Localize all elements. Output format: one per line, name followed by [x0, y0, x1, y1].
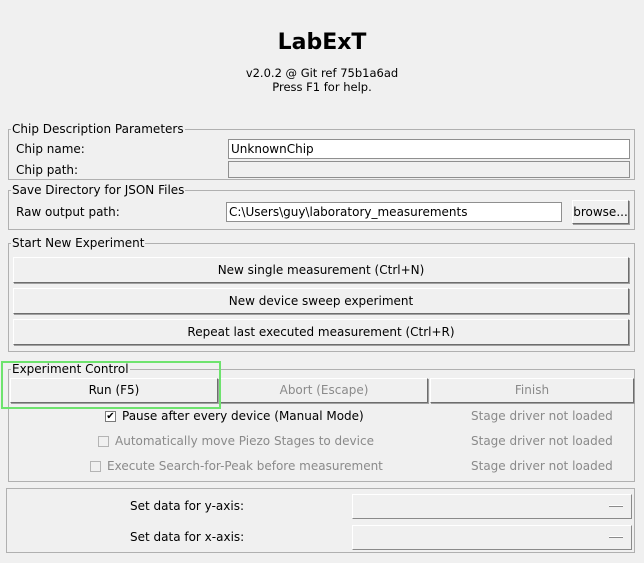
piezo-status-text: Stage driver not loaded	[471, 434, 613, 448]
auto-move-piezo-label[interactable]: Automatically move Piezo Stages to devic…	[115, 434, 374, 448]
help-text: Press F1 for help.	[272, 80, 372, 94]
y-axis-label: Set data for y-axis:	[130, 499, 244, 513]
finish-button[interactable]: Finish	[430, 378, 634, 403]
pause-status-text: Stage driver not loaded	[471, 409, 613, 423]
new-device-sweep-button[interactable]: New device sweep experiment	[13, 288, 629, 314]
chip-path-field	[228, 161, 630, 178]
run-button[interactable]: Run (F5)	[10, 378, 218, 403]
version-text: v2.0.2 @ Git ref 75b1a6ad	[245, 66, 399, 80]
dropdown-indicator-icon	[609, 505, 623, 507]
y-axis-dropdown[interactable]	[352, 494, 632, 519]
search-for-peak-checkbox[interactable]	[90, 461, 101, 472]
chip-name-input[interactable]: UnknownChip	[228, 139, 630, 159]
chip-description-legend: Chip Description Parameters	[12, 122, 184, 136]
search-peak-status-text: Stage driver not loaded	[471, 459, 613, 473]
pause-after-device-label[interactable]: Pause after every device (Manual Mode)	[122, 409, 364, 423]
browse-button[interactable]: browse...	[572, 200, 629, 224]
raw-output-path-input[interactable]: C:\Users\guy\laboratory_measurements	[226, 202, 562, 222]
chip-name-label: Chip name:	[16, 142, 85, 156]
raw-output-label: Raw output path:	[16, 205, 120, 219]
auto-move-piezo-checkbox[interactable]	[98, 436, 109, 447]
app-title: LabExT	[277, 30, 367, 55]
repeat-last-measurement-button[interactable]: Repeat last executed measurement (Ctrl+R…	[13, 319, 629, 345]
dropdown-indicator-icon	[609, 536, 623, 538]
pause-after-device-checkbox[interactable]: ✔	[105, 411, 116, 422]
abort-button[interactable]: Abort (Escape)	[220, 378, 428, 403]
start-experiment-legend: Start New Experiment	[12, 236, 145, 250]
x-axis-dropdown[interactable]	[352, 525, 632, 550]
search-for-peak-label[interactable]: Execute Search-for-Peak before measureme…	[107, 459, 383, 473]
save-directory-legend: Save Directory for JSON Files	[12, 183, 185, 197]
x-axis-label: Set data for x-axis:	[130, 530, 245, 544]
chip-path-label: Chip path:	[16, 163, 79, 177]
experiment-control-legend: Experiment Control	[12, 362, 129, 376]
new-single-measurement-button[interactable]: New single measurement (Ctrl+N)	[13, 257, 629, 283]
